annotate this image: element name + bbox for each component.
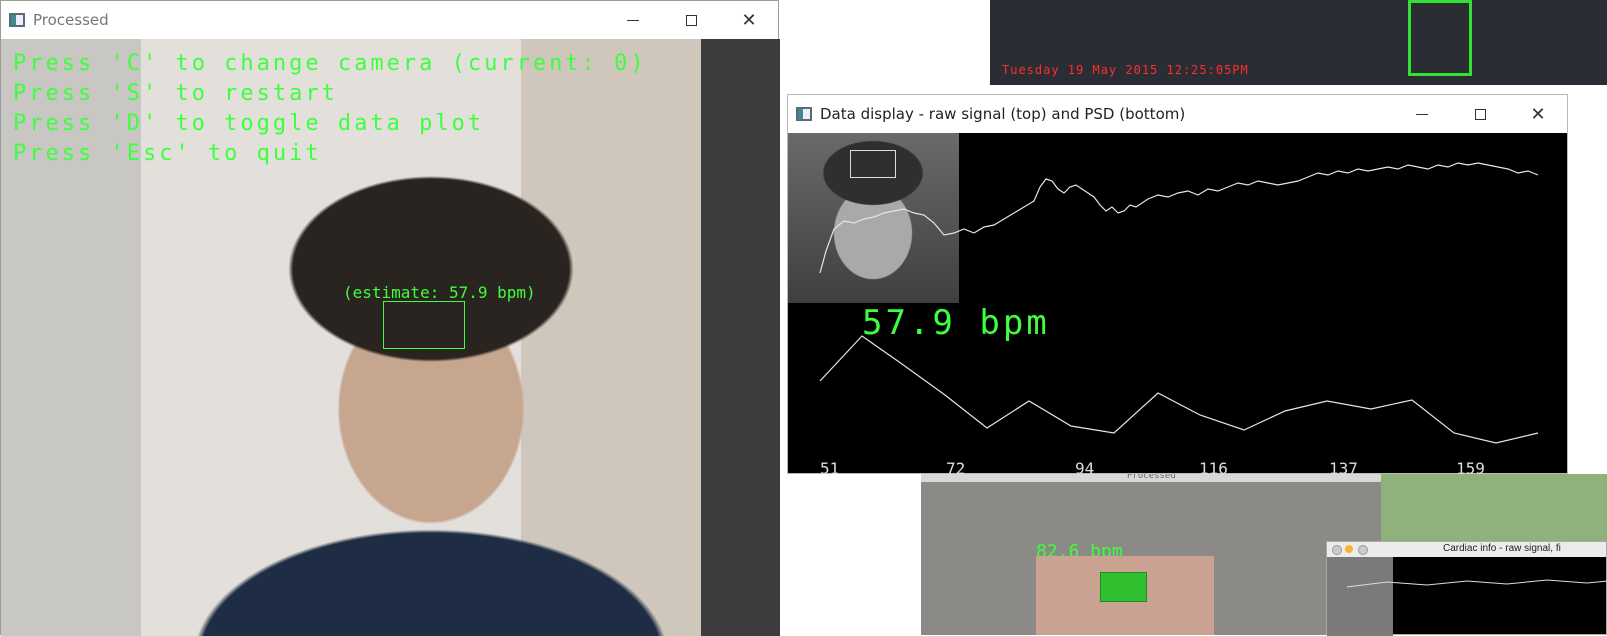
minimize-icon xyxy=(1416,113,1428,115)
minimize-icon xyxy=(627,19,639,21)
close-button[interactable]: ✕ xyxy=(720,1,778,39)
hud-camera-hint: Press 'C' to change camera (current: 0) xyxy=(13,51,647,76)
maximize-button[interactable] xyxy=(1451,95,1509,133)
app-icon xyxy=(796,107,812,121)
raw-signal-line xyxy=(819,162,1539,274)
maximize-icon xyxy=(1474,108,1486,120)
processed-window-title: Processed xyxy=(33,11,109,29)
psd-tick-label: 137 xyxy=(1329,459,1358,478)
background-forehead-box xyxy=(1100,572,1147,602)
background-cardiac-window: Cardiac info - raw signal, fi xyxy=(1326,541,1607,636)
psd-tick-label: 94 xyxy=(1075,459,1095,478)
data-plot-canvas: 57.9 bpm 51 72 94 116 137 159 xyxy=(788,133,1567,478)
psd-tick-label: 116 xyxy=(1199,459,1228,478)
psd-line xyxy=(819,335,1539,444)
background-face-region xyxy=(1036,556,1214,635)
app-icon xyxy=(9,13,25,27)
hud-quit-hint: Press 'Esc' to quit xyxy=(13,141,322,166)
background-image-window xyxy=(1381,474,1607,544)
processed-window[interactable]: Processed ✕ Press 'C' to change camera (… xyxy=(0,0,780,636)
close-dot-icon[interactable] xyxy=(1332,545,1342,555)
psd-tick-label: 159 xyxy=(1456,459,1485,478)
bpm-readout: 57.9 bpm xyxy=(862,303,1050,343)
zoom-dot-icon[interactable] xyxy=(1358,545,1368,555)
minimize-button[interactable] xyxy=(604,1,662,39)
cardiac-window-title: Cardiac info - raw signal, fi xyxy=(1443,543,1561,554)
close-button[interactable]: ✕ xyxy=(1509,95,1567,133)
data-title-bar[interactable]: Data display - raw signal (top) and PSD … xyxy=(788,95,1567,133)
data-window-title: Data display - raw signal (top) and PSD … xyxy=(820,105,1186,123)
maximize-button[interactable] xyxy=(662,1,720,39)
background-cctv-window: Tuesday 19 May 2015 12:25:05PM xyxy=(990,0,1607,85)
minimize-button[interactable] xyxy=(1393,95,1451,133)
forehead-roi-box xyxy=(383,301,465,349)
hud-restart-hint: Press 'S' to restart xyxy=(13,81,338,106)
minimize-dot-icon[interactable] xyxy=(1345,545,1353,553)
person-detection-box xyxy=(1408,0,1472,76)
close-icon: ✕ xyxy=(1530,103,1546,125)
hud-plot-hint: Press 'D' to toggle data plot xyxy=(13,111,485,136)
psd-tick-label: 51 xyxy=(820,459,840,478)
bpm-estimate-label: (estimate: 57.9 bpm) xyxy=(343,283,536,302)
background-title-bar: Processed xyxy=(921,471,1381,482)
psd-tick-label: 72 xyxy=(946,459,966,478)
cardiac-title-bar[interactable]: Cardiac info - raw signal, fi xyxy=(1327,542,1606,557)
cctv-timestamp: Tuesday 19 May 2015 12:25:05PM xyxy=(1002,63,1249,77)
cardiac-raw-signal xyxy=(1346,579,1607,588)
data-display-window[interactable]: Data display - raw signal (top) and PSD … xyxy=(787,94,1568,478)
processed-title-bar[interactable]: Processed ✕ xyxy=(1,1,778,39)
camera-feed: Press 'C' to change camera (current: 0) … xyxy=(1,39,780,636)
maximize-icon xyxy=(685,14,697,26)
close-icon: ✕ xyxy=(741,9,757,31)
background-processed-window: Processed 82.6 bpm xyxy=(921,471,1381,635)
